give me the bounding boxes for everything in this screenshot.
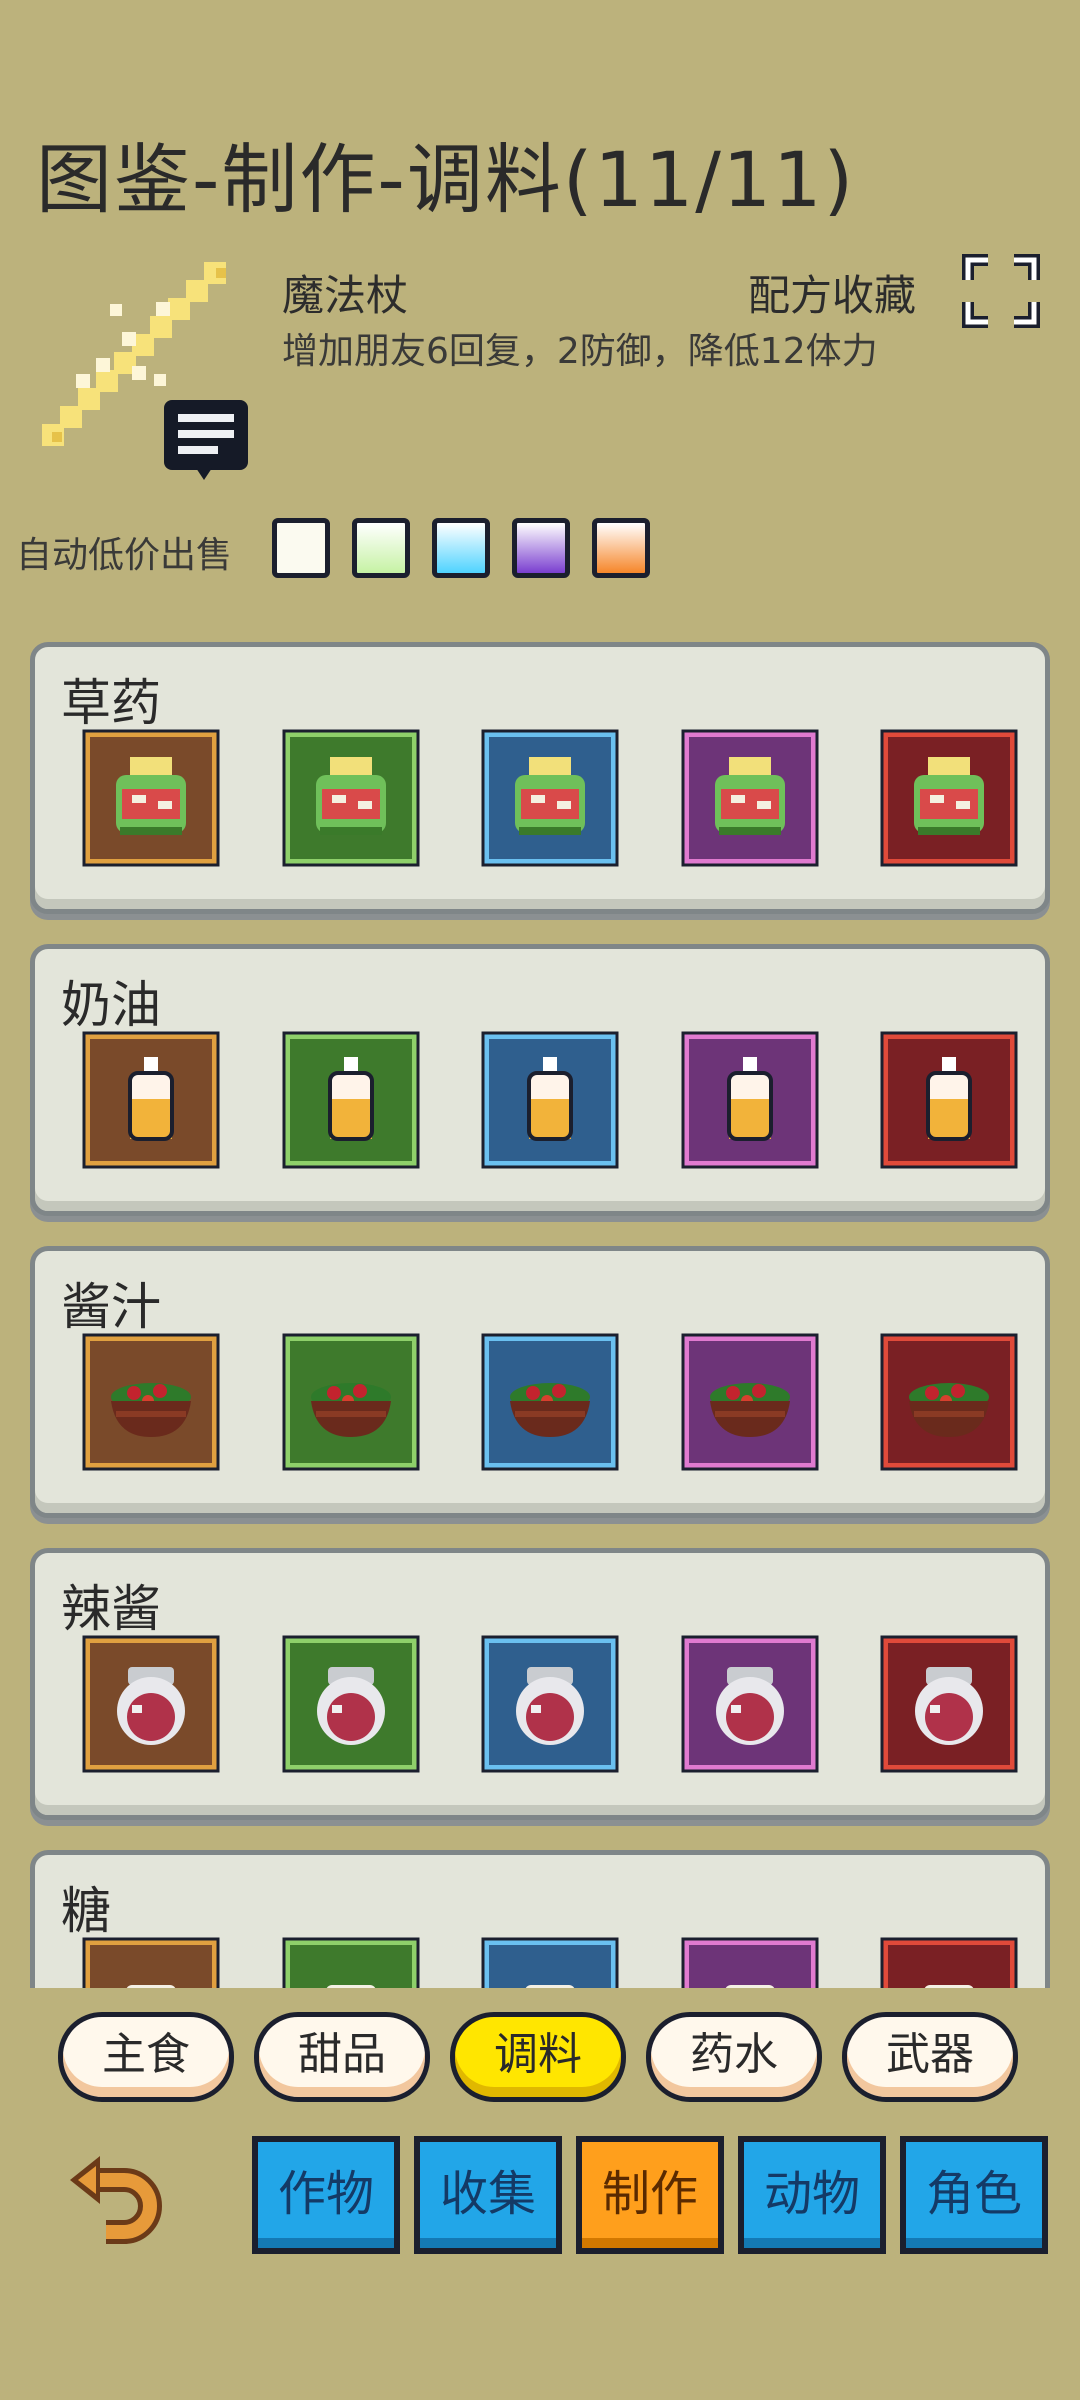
sugar-icon <box>282 1937 419 1988</box>
cream-bottle-icon <box>82 1031 220 1169</box>
recipe-slot[interactable] <box>80 1029 222 1171</box>
recipe-slot[interactable] <box>479 1633 621 1775</box>
herb-icon <box>282 729 419 867</box>
sauce-bowl-icon <box>282 1333 419 1471</box>
category-title: 奶油 <box>61 976 161 1034</box>
sugar-icon <box>82 1937 220 1988</box>
category-panel-sauce: 酱汁 <box>30 1246 1050 1518</box>
quality-green-checkbox[interactable] <box>352 518 410 578</box>
tab-dessert[interactable]: 甜品 <box>254 2012 430 2102</box>
herb-icon <box>481 729 619 867</box>
quality-purple-checkbox[interactable] <box>512 518 570 578</box>
recipe-slot[interactable] <box>80 1935 222 1988</box>
tab-potion[interactable]: 药水 <box>646 2012 822 2102</box>
category-panel-herb: 草药 <box>30 642 1050 914</box>
recipe-slot[interactable] <box>679 1331 821 1473</box>
recipe-slot[interactable] <box>280 1331 422 1473</box>
recipe-slot[interactable] <box>878 1029 1020 1171</box>
item-description: 增加朋友6回复，2防御，降低12体力 <box>282 331 878 372</box>
recipe-slot[interactable] <box>280 1935 422 1988</box>
back-arrow-icon[interactable] <box>66 2150 166 2250</box>
cream-bottle-icon <box>880 1031 1018 1169</box>
hot-sauce-jar-icon <box>481 1635 619 1773</box>
auto-sell-label: 自动低价出售 <box>16 535 233 576</box>
nav-crafting[interactable]: 制作 <box>576 2136 724 2254</box>
nav-animals[interactable]: 动物 <box>738 2136 886 2254</box>
recipe-slot[interactable] <box>878 1633 1020 1775</box>
recipe-slot[interactable] <box>280 727 422 869</box>
cream-bottle-icon <box>282 1031 419 1169</box>
item-name: 魔法杖 <box>282 271 409 320</box>
sugar-icon <box>481 1937 619 1988</box>
recipe-slot[interactable] <box>878 1331 1020 1473</box>
sauce-bowl-icon <box>681 1333 818 1471</box>
tab-seasoning[interactable]: 调料 <box>450 2012 626 2102</box>
herb-icon <box>82 729 220 867</box>
hot-sauce-jar-icon <box>282 1635 419 1773</box>
recipe-slot[interactable] <box>679 1633 821 1775</box>
sauce-bowl-icon <box>880 1333 1018 1471</box>
nav-characters[interactable]: 角色 <box>900 2136 1048 2254</box>
tab-staple-food[interactable]: 主食 <box>58 2012 234 2102</box>
recipe-slot[interactable] <box>80 1633 222 1775</box>
sugar-icon <box>880 1937 1018 1988</box>
hot-sauce-jar-icon <box>681 1635 818 1773</box>
recipe-slot[interactable] <box>878 727 1020 869</box>
recipe-slot[interactable] <box>679 1935 821 1988</box>
category-panel-hot-sauce: 辣酱 <box>30 1548 1050 1820</box>
category-title: 草药 <box>61 674 161 732</box>
quality-orange-checkbox[interactable] <box>592 518 650 578</box>
favorite-recipe-label[interactable]: 配方收藏 <box>748 262 916 323</box>
recipe-slot[interactable] <box>679 727 821 869</box>
quality-white-checkbox[interactable] <box>272 518 330 578</box>
page-title: 图鉴-制作-调料(11/11) <box>36 135 856 224</box>
category-panel-cream: 奶油 <box>30 944 1050 1216</box>
nav-crops[interactable]: 作物 <box>252 2136 400 2254</box>
recipe-list[interactable]: 草药 奶油 酱汁 辣酱 糖 <box>0 630 1080 1988</box>
category-title: 酱汁 <box>61 1278 161 1336</box>
quality-blue-checkbox[interactable] <box>432 518 490 578</box>
herb-icon <box>681 729 818 867</box>
cream-bottle-icon <box>481 1031 619 1169</box>
hot-sauce-jar-icon <box>880 1635 1018 1773</box>
recipe-slot[interactable] <box>280 1029 422 1171</box>
nav-collect[interactable]: 收集 <box>414 2136 562 2254</box>
category-title: 糖 <box>61 1882 111 1940</box>
sugar-icon <box>681 1937 818 1988</box>
category-panel-sugar: 糖 <box>30 1850 1050 1988</box>
recipe-slot[interactable] <box>679 1029 821 1171</box>
recipe-slot[interactable] <box>280 1633 422 1775</box>
sauce-bowl-icon <box>481 1333 619 1471</box>
recipe-slot[interactable] <box>878 1935 1020 1988</box>
recipe-slot[interactable] <box>80 727 222 869</box>
recipe-slot[interactable] <box>479 1331 621 1473</box>
recipe-slot[interactable] <box>479 1935 621 1988</box>
recipe-slot[interactable] <box>479 1029 621 1171</box>
herb-icon <box>880 729 1018 867</box>
cream-bottle-icon <box>681 1031 818 1169</box>
hot-sauce-jar-icon <box>82 1635 220 1773</box>
fullscreen-icon[interactable] <box>962 254 1040 328</box>
category-title: 辣酱 <box>61 1580 161 1638</box>
sauce-bowl-icon <box>82 1333 220 1471</box>
tab-weapon[interactable]: 武器 <box>842 2012 1018 2102</box>
recipe-slot[interactable] <box>80 1331 222 1473</box>
recipe-slot[interactable] <box>479 727 621 869</box>
magic-staff-icon[interactable] <box>36 262 254 484</box>
